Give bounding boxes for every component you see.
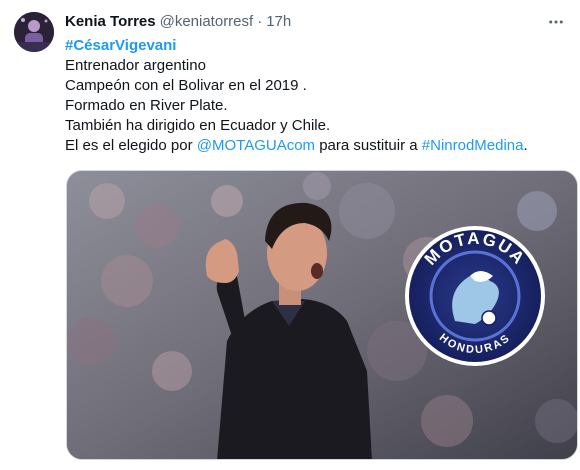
author-handle[interactable]: @keniatorresf — [160, 12, 254, 32]
tweet-header: Kenia Torres @keniatorresf · 17h — [65, 12, 570, 32]
tweet-line-5: El es el elegido por @MOTAGUAcom para su… — [65, 136, 570, 156]
tweet-media-image[interactable]: MOTAGUA HONDURAS — [66, 170, 578, 460]
tweet-line-1: Entrenador argentino — [65, 57, 206, 74]
tweet-content: Kenia Torres @keniatorresf · 17h #CésarV… — [65, 12, 570, 156]
tweet[interactable]: Kenia Torres @keniatorresf · 17h #CésarV… — [0, 0, 580, 470]
hashtag-cesar-vigevani[interactable]: #CésarVigevani — [65, 37, 176, 54]
tweet-text: #CésarVigevani Entrenador argentino Camp… — [65, 36, 570, 156]
tweet-line-3: Formado en River Plate. — [65, 97, 228, 114]
tweet-line-4: También ha dirigido en Ecuador y Chile. — [65, 117, 331, 134]
motagua-logo: MOTAGUA HONDURAS — [405, 226, 545, 366]
avatar[interactable] — [14, 12, 54, 52]
line5-suffix: . — [523, 137, 528, 154]
mention-motagua[interactable]: @MOTAGUAcom — [197, 137, 315, 154]
line5-prefix: El es el elegido por — [65, 137, 197, 154]
more-horizontal-icon[interactable] — [546, 12, 566, 32]
tweet-line-2: Campeón con el Bolivar en el 2019 . — [65, 77, 307, 94]
hashtag-ninrod-medina[interactable]: #NinrodMedina — [422, 137, 524, 154]
separator-dot: · — [257, 13, 263, 30]
tweet-timestamp[interactable]: 17h — [266, 12, 291, 32]
line5-middle: para sustituir a — [315, 137, 422, 154]
author-display-name[interactable]: Kenia Torres — [65, 12, 156, 32]
